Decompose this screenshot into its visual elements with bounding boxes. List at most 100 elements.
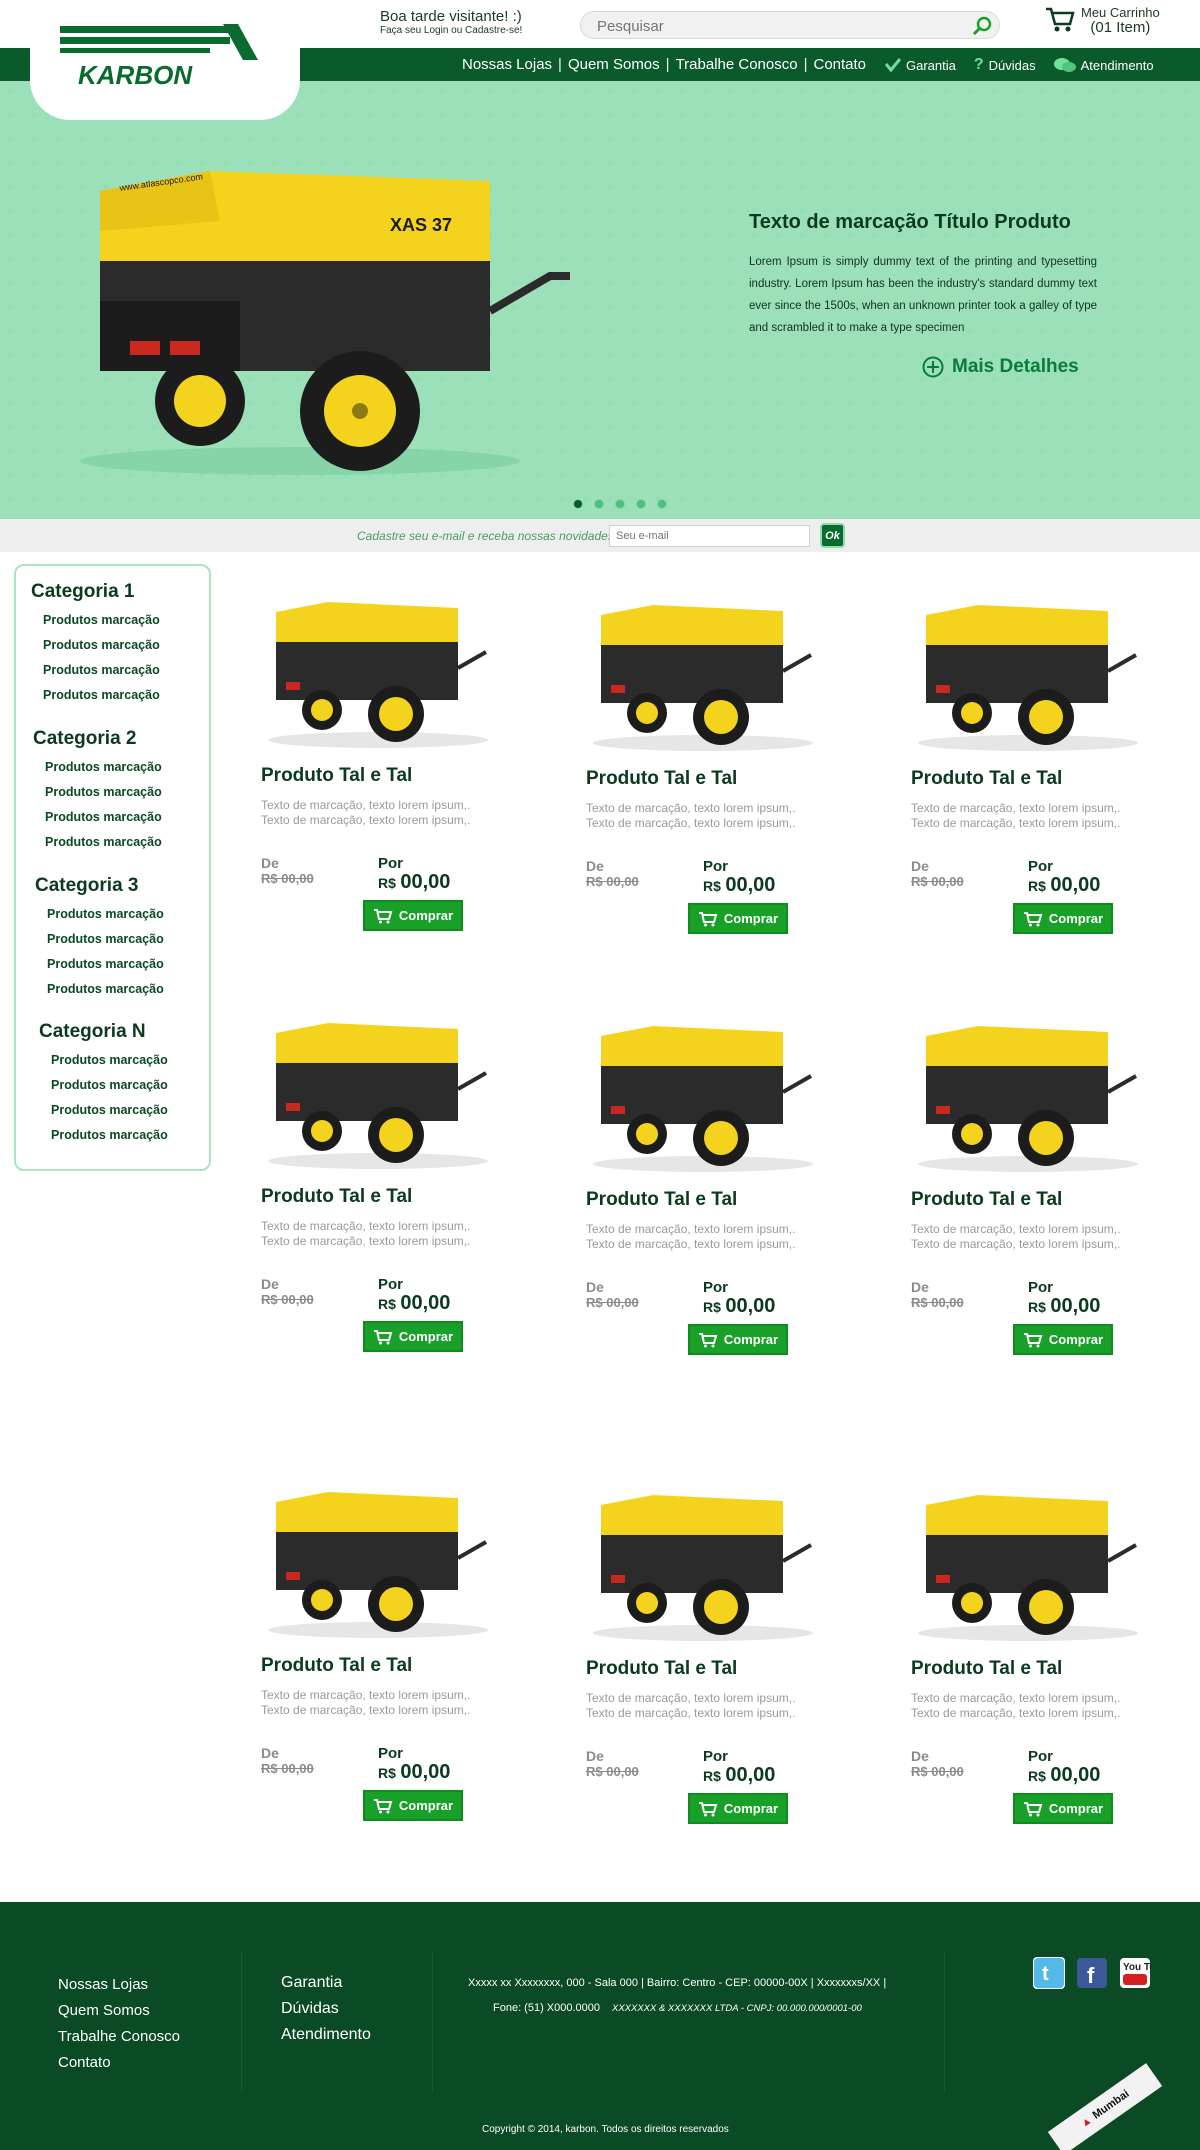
karbon-logo[interactable]: KARBON [58,22,258,92]
nav-garantia[interactable]: Garantia [885,56,956,74]
product-name[interactable]: Produto Tal e Tal [911,1189,1062,1211]
sidebar-item[interactable]: Produtos marcação [45,760,162,774]
buy-button[interactable]: Comprar [1013,1324,1113,1355]
price-from-label: De [911,1748,929,1764]
product-image[interactable] [908,593,1148,753]
sidebar-item[interactable]: Produtos marcação [45,835,162,849]
sidebar-item[interactable]: Produtos marcação [45,810,162,824]
product-name[interactable]: Produto Tal e Tal [261,1186,412,1208]
twitter-icon[interactable]: t [1033,1957,1065,1989]
nav-contato[interactable]: Contato [813,56,866,73]
sidebar-item[interactable]: Produtos marcação [51,1103,168,1117]
sidebar-item[interactable]: Produtos marcação [45,785,162,799]
product-card[interactable]: Produto Tal e Tal Texto de marcação, text… [258,590,498,970]
footer-link-contato[interactable]: Contato [58,2050,180,2076]
nav-quem-somos[interactable]: Quem Somos [568,56,660,73]
search-icon[interactable] [971,16,993,36]
buy-button[interactable]: Comprar [688,1324,788,1355]
price-currency: R$ [378,1296,396,1312]
sidebar-item[interactable]: Produtos marcação [47,932,164,946]
sidebar-item[interactable]: Produtos marcação [43,638,160,652]
nav-atendimento[interactable]: Atendimento [1053,56,1154,74]
product-image[interactable] [258,1011,498,1171]
slider-dot[interactable] [594,499,604,509]
newsletter-submit-button[interactable]: Ok [820,523,845,548]
main-nav: Nossas Lojas | Quem Somos | Trabalhe Con… [462,56,866,73]
product-card[interactable]: Produto Tal e Tal Texto de marcação, text… [908,1014,1148,1394]
buy-button-label: Comprar [723,1332,779,1347]
product-name[interactable]: Produto Tal e Tal [261,765,412,787]
sidebar-item[interactable]: Produtos marcação [51,1128,168,1142]
product-name[interactable]: Produto Tal e Tal [911,768,1062,790]
sidebar-category-title[interactable]: Categoria 1 [31,581,134,603]
footer-link-garantia[interactable]: Garantia [281,1970,371,1996]
slider-dot[interactable] [573,499,583,509]
product-card[interactable]: Produto Tal e Tal Texto de marcação, text… [908,593,1148,973]
buy-button[interactable]: Comprar [1013,903,1113,934]
product-image[interactable] [258,590,498,750]
question-icon: ? [973,56,984,73]
buy-button[interactable]: Comprar [363,1790,463,1821]
product-image[interactable] [908,1483,1148,1643]
login-link[interactable]: Faça seu Login ou Cadastre-se! [380,25,522,36]
youtube-icon[interactable]: You Tube [1119,1957,1151,1989]
old-price: R$ 00,00 [261,871,314,886]
buy-button-label: Comprar [1048,1801,1104,1816]
more-details-button[interactable]: Mais Detalhes [922,356,1079,378]
buy-button[interactable]: Comprar [363,900,463,931]
product-card[interactable]: Produto Tal e Tal Texto de marcação, text… [258,1480,498,1860]
buy-button[interactable]: Comprar [1013,1793,1113,1824]
buy-button[interactable]: Comprar [363,1321,463,1352]
product-image[interactable] [258,1480,498,1640]
sidebar-category-title[interactable]: Categoria 3 [35,875,138,897]
facebook-icon[interactable]: f [1076,1957,1108,1989]
sidebar-category-title[interactable]: Categoria N [39,1021,146,1043]
buy-button[interactable]: Comprar [688,1793,788,1824]
product-name[interactable]: Produto Tal e Tal [586,1658,737,1680]
footer-link-quem-somos[interactable]: Quem Somos [58,1998,180,2024]
product-name[interactable]: Produto Tal e Tal [261,1655,412,1677]
old-price: R$ 00,00 [911,874,964,889]
footer-link-duvidas[interactable]: Dúvidas [281,1996,371,2022]
cart[interactable]: Meu Carrinho (01 Item) [1045,6,1160,35]
product-card[interactable]: Produto Tal e Tal Texto de marcação, text… [583,593,823,973]
buy-button[interactable]: Comprar [688,903,788,934]
current-price: R$ 00,00 [378,1292,450,1315]
product-image[interactable] [583,1014,823,1174]
footer-link-atendimento[interactable]: Atendimento [281,2022,371,2048]
footer-link-trabalhe-conosco[interactable]: Trabalhe Conosco [58,2024,180,2050]
search-box[interactable] [580,11,1000,39]
footer-link-nossas-lojas[interactable]: Nossas Lojas [58,1972,180,1998]
product-image[interactable] [908,1014,1148,1174]
product-name[interactable]: Produto Tal e Tal [586,1189,737,1211]
sidebar-item[interactable]: Produtos marcação [43,663,160,677]
price-currency: R$ [703,1768,721,1784]
product-card[interactable]: Produto Tal e Tal Texto de marcação, text… [258,1011,498,1391]
product-image[interactable] [583,1483,823,1643]
sidebar-category-title[interactable]: Categoria 2 [33,728,136,750]
sidebar-item[interactable]: Produtos marcação [43,613,160,627]
product-image[interactable] [583,593,823,753]
sidebar-item[interactable]: Produtos marcação [51,1053,168,1067]
search-input[interactable] [597,16,957,36]
product-card[interactable]: Produto Tal e Tal Texto de marcação, text… [908,1483,1148,1863]
sidebar-item[interactable]: Produtos marcação [51,1078,168,1092]
nav-nossas-lojas[interactable]: Nossas Lojas [462,56,552,73]
sidebar-item[interactable]: Produtos marcação [47,957,164,971]
product-name[interactable]: Produto Tal e Tal [911,1658,1062,1680]
product-name[interactable]: Produto Tal e Tal [586,768,737,790]
product-card[interactable]: Produto Tal e Tal Texto de marcação, text… [583,1014,823,1394]
newsletter-email-input[interactable] [609,525,810,547]
sidebar-item[interactable]: Produtos marcação [47,907,164,921]
price-value: 00,00 [725,1764,776,1786]
sidebar-item[interactable]: Produtos marcação [47,982,164,996]
product-card[interactable]: Produto Tal e Tal Texto de marcação, text… [583,1483,823,1863]
footer-phone: Fone: (51) X000.0000 [493,2002,601,2014]
slider-dot[interactable] [657,499,667,509]
hero-product-image[interactable]: XAS 37 www.atlascopco.com [70,161,590,481]
nav-trabalhe-conosco[interactable]: Trabalhe Conosco [676,56,798,73]
slider-dot[interactable] [636,499,646,509]
sidebar-item[interactable]: Produtos marcação [43,688,160,702]
nav-duvidas[interactable]: ? Dúvidas [974,56,1036,74]
slider-dot[interactable] [615,499,625,509]
